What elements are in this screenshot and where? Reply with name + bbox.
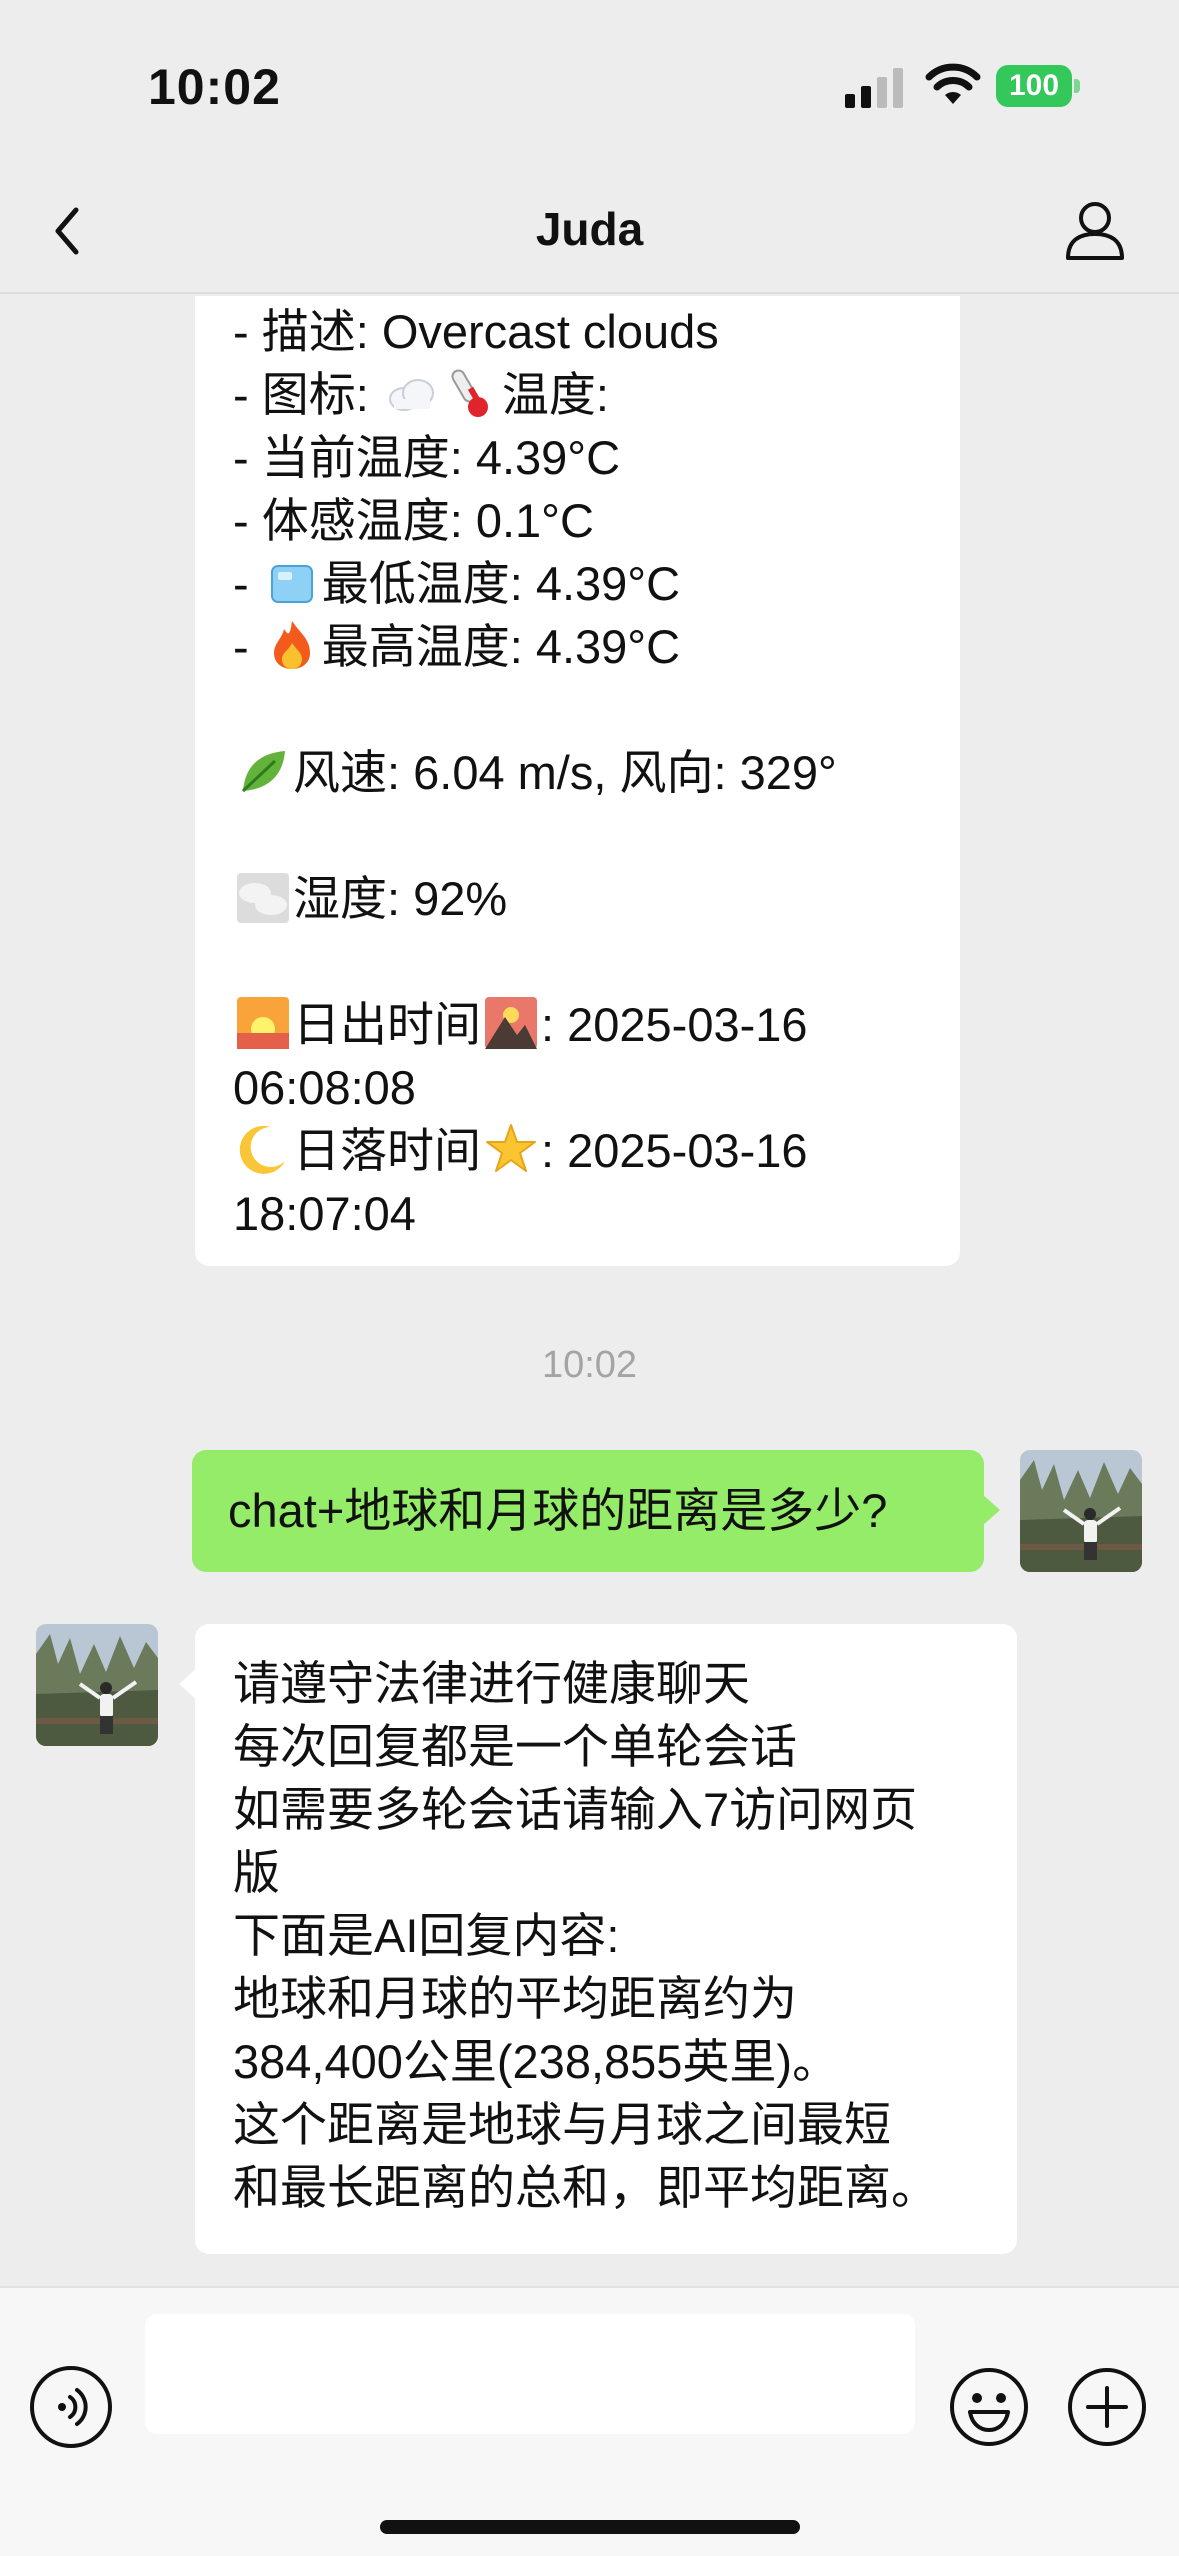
- message-line: [233, 930, 922, 993]
- star-icon: [486, 1124, 536, 1172]
- fire-icon: [273, 621, 310, 669]
- input-bar: [0, 2286, 1179, 2556]
- my-avatar[interactable]: [1020, 1450, 1142, 1572]
- ice-cube-icon: [270, 565, 313, 603]
- reply-line: 如需要多轮会话请输入7访问网页: [233, 1783, 918, 1836]
- status-time: 10:02: [148, 59, 281, 115]
- voice-input-button[interactable]: [30, 2366, 112, 2448]
- message-line: 日落时间: 2025-03-16: [233, 1119, 922, 1182]
- message-line: 风速: 6.04 m/s, 风向: 329°: [233, 741, 922, 804]
- weather-message-bubble[interactable]: - 描述: Overcast clouds - 图标: 温度: - 当前温度: …: [195, 296, 960, 1266]
- voice-icon: [58, 2388, 88, 2426]
- reply-line: 下面是AI回复内容:: [233, 1909, 620, 1962]
- message-line: 湿度: 92%: [233, 867, 922, 930]
- battery-icon: 100: [996, 65, 1080, 107]
- message-input[interactable]: [145, 2314, 915, 2434]
- cloud-icon: [388, 379, 434, 411]
- home-indicator[interactable]: [380, 2520, 800, 2534]
- message-line: - 描述: Overcast clouds: [233, 305, 719, 358]
- nav-bar: Juda: [0, 170, 1179, 294]
- message-line: - 体感温度: 0.1°C: [233, 494, 594, 547]
- message-line: 18:07:04: [233, 1187, 416, 1240]
- message-line: [233, 678, 922, 741]
- mountain-sunrise-icon: [485, 997, 537, 1049]
- wifi-icon: [925, 63, 981, 104]
- reply-line: 地球和月球的平均距离约为: [233, 1972, 797, 2025]
- reply-line: 请遵守法律进行健康聊天: [233, 1657, 750, 1710]
- status-bar: 10:02 100: [0, 0, 1179, 170]
- profile-icon[interactable]: [1060, 196, 1130, 266]
- fog-icon: [237, 873, 289, 923]
- contact-avatar[interactable]: [36, 1624, 158, 1746]
- sunrise-icon: [237, 997, 289, 1049]
- reply-line: 384,400公里(238,855英里)。: [233, 2035, 840, 2088]
- message-line: 日出时间: 2025-03-16: [233, 993, 922, 1056]
- reply-line: 和最长距离的总和，即平均距离。: [233, 2161, 938, 2214]
- message-line: - 图标: 温度:: [233, 363, 922, 426]
- reply-line: 每次回复都是一个单轮会话: [233, 1720, 797, 1773]
- reply-message-bubble[interactable]: 请遵守法律进行健康聊天 每次回复都是一个单轮会话 如需要多轮会话请输入7访问网页…: [179, 1624, 1017, 2254]
- message-line: - 当前温度: 4.39°C: [233, 431, 621, 484]
- message-line: - 最高温度: 4.39°C: [233, 615, 922, 678]
- message-line: - 最低温度: 4.39°C: [233, 552, 922, 615]
- outgoing-message-bubble[interactable]: chat+地球和月球的距离是多少?: [192, 1450, 1000, 1572]
- chat-area[interactable]: - 描述: Overcast clouds - 图标: 温度: - 当前温度: …: [0, 296, 1179, 2286]
- leaf-icon: [241, 751, 285, 793]
- message-line: [233, 804, 922, 867]
- crescent-moon-icon: [239, 1125, 285, 1174]
- battery-level: 100: [996, 65, 1072, 107]
- plus-icon[interactable]: [1066, 2366, 1148, 2448]
- reply-line: 这个距离是地球与月球之间最短: [233, 2098, 891, 2151]
- thermometer-icon: [451, 369, 488, 417]
- message-line: 06:08:08: [233, 1061, 416, 1114]
- reply-line: 版: [233, 1846, 280, 1899]
- message-timestamp: 10:02: [541, 1344, 638, 1386]
- chat-title: Juda: [535, 203, 644, 255]
- emoji-icon[interactable]: [948, 2366, 1030, 2448]
- cellular-signal-icon: [845, 68, 903, 108]
